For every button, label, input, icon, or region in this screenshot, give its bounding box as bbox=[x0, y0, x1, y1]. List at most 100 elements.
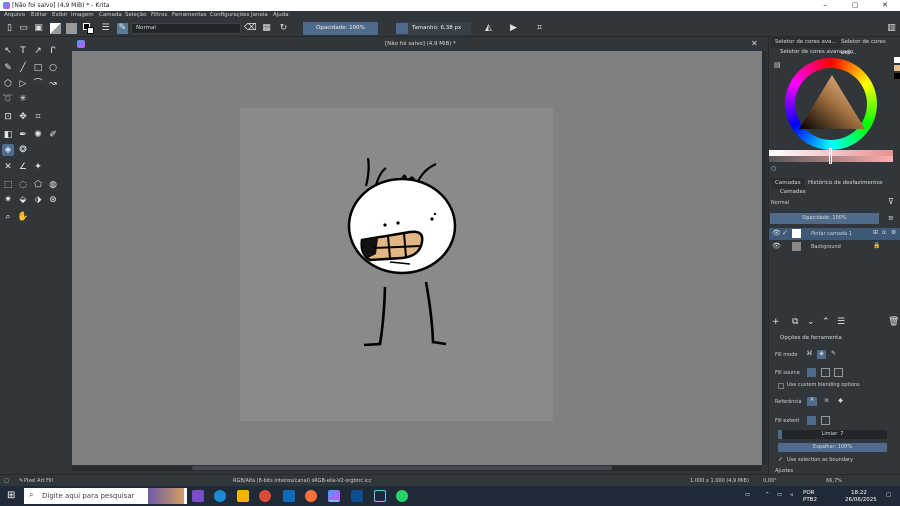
reload-preset-icon[interactable]: ↻ bbox=[278, 23, 289, 34]
new-document-icon[interactable]: ▯ bbox=[4, 23, 15, 34]
crop-workspace-icon[interactable]: ⌗ bbox=[534, 23, 545, 34]
reference-tool-icon[interactable]: ✦ bbox=[32, 161, 44, 173]
layer-options-icon[interactable]: ≡ bbox=[888, 214, 894, 222]
blend-mode-select[interactable]: Normal bbox=[131, 23, 241, 34]
move-up-icon[interactable]: ⌃ bbox=[822, 317, 830, 327]
dynamic-brush-icon[interactable]: ➰ bbox=[2, 93, 14, 105]
clock-time[interactable]: 18:22 bbox=[851, 490, 867, 496]
transform-tool-icon[interactable]: ⊡ bbox=[2, 111, 14, 123]
zoom-tool-icon[interactable]: ⌕ bbox=[2, 211, 14, 223]
menu-ajuda[interactable]: Ajuda bbox=[273, 11, 289, 20]
layer-name[interactable]: Background bbox=[811, 241, 841, 253]
magnetic-select-icon[interactable]: ⊛ bbox=[47, 194, 59, 206]
layer-menu-icon[interactable]: ☰ bbox=[837, 317, 845, 327]
ellipse-select-icon[interactable]: ◌ bbox=[17, 179, 29, 191]
fill-fg-icon[interactable] bbox=[807, 368, 816, 377]
visibility-eye-icon[interactable]: 👁 bbox=[772, 229, 781, 237]
colorize-mask-icon[interactable]: ✐ bbox=[47, 129, 59, 141]
menu-janela[interactable]: Janela bbox=[251, 11, 268, 20]
similar-select-icon[interactable]: ⬙ bbox=[17, 194, 29, 206]
rectangle-tool-icon[interactable]: □ bbox=[32, 62, 44, 74]
brush-settings-icon[interactable]: ☰ bbox=[100, 23, 111, 34]
duplicate-layer-icon[interactable]: ⧉ bbox=[792, 317, 798, 327]
store-icon[interactable] bbox=[351, 490, 363, 502]
save-icon[interactable]: ▣ bbox=[33, 23, 44, 34]
fill-selection-icon[interactable]: ✎ bbox=[829, 350, 838, 359]
layer-row-active[interactable]: 👁 ✓ Pintar camada 1 ⊞ α ⚙ bbox=[769, 228, 900, 240]
add-layer-icon[interactable]: + bbox=[772, 317, 780, 327]
fill-bg-icon[interactable] bbox=[821, 368, 830, 377]
tab-specific-color-selector[interactable]: Seletor de cores esp... bbox=[837, 37, 900, 56]
notifications-icon[interactable]: ▢ bbox=[886, 492, 891, 498]
tray-chevron-icon[interactable]: ⌃ bbox=[765, 492, 770, 498]
edit-shapes-icon[interactable]: ↗ bbox=[32, 45, 44, 57]
horizontal-scrollbar[interactable] bbox=[72, 465, 762, 471]
layer-row[interactable]: 👁 Background 🔒 bbox=[769, 241, 900, 253]
polyline-tool-icon[interactable]: ▷ bbox=[17, 78, 29, 90]
outlook-icon[interactable] bbox=[283, 490, 295, 502]
reference-labeled-icon[interactable]: ◆ bbox=[836, 397, 845, 406]
open-folder-icon[interactable]: ▭ bbox=[18, 23, 29, 34]
filter-icon[interactable]: ⊽ bbox=[888, 197, 894, 206]
smart-patch-icon[interactable]: ✺ bbox=[32, 129, 44, 141]
tab-advanced-color-selector[interactable]: Seletor de cores ava... bbox=[771, 37, 841, 48]
brush-preset-icon[interactable]: ✎ bbox=[117, 23, 128, 34]
layer-blend-mode[interactable]: Normal bbox=[771, 200, 789, 206]
clock-date[interactable]: 26/06/2025 bbox=[845, 497, 877, 503]
move-down-icon[interactable]: ⌄ bbox=[807, 317, 815, 327]
layer-checkbox-icon[interactable]: ✓ bbox=[782, 229, 788, 237]
fill-tool-icon[interactable]: ◈ bbox=[2, 144, 14, 156]
close-window-button[interactable]: ✕ bbox=[870, 0, 900, 11]
calligraphy-icon[interactable]: ᒋ bbox=[47, 45, 59, 57]
gradient-swatch-icon[interactable] bbox=[50, 23, 61, 34]
fill-pattern-icon[interactable] bbox=[834, 368, 843, 377]
vertical-scrollbar[interactable] bbox=[762, 51, 767, 465]
fill-similar-icon[interactable]: ◈ bbox=[817, 350, 826, 359]
layer-opacity-slider[interactable]: Opacidade: 100% bbox=[770, 213, 879, 224]
menu-editar[interactable]: Editar bbox=[31, 11, 47, 20]
gradient-tool-icon[interactable]: ◧ bbox=[2, 129, 14, 141]
custom-blending-checkbox[interactable] bbox=[778, 383, 784, 389]
menu-configuracoes[interactable]: Configurações bbox=[210, 11, 249, 20]
steam-icon[interactable] bbox=[374, 490, 386, 502]
pan-tool-icon[interactable]: ✋ bbox=[17, 211, 29, 223]
line-tool-icon[interactable]: ╱ bbox=[17, 62, 29, 74]
assistant-tool-icon[interactable]: ✕ bbox=[2, 161, 14, 173]
minimize-button[interactable]: – bbox=[810, 0, 840, 11]
magic-wand-icon[interactable]: ✷ bbox=[2, 194, 14, 206]
rect-select-icon[interactable]: ⬚ bbox=[2, 179, 14, 191]
document-tab-title[interactable]: [Não foi salvo] (4,9 MiB) * bbox=[385, 37, 456, 51]
bezier-select-icon[interactable]: ⬗ bbox=[32, 194, 44, 206]
reference-all-icon[interactable]: ≋ bbox=[822, 397, 831, 406]
volume-icon[interactable]: ◃ bbox=[790, 492, 793, 498]
workspace-chooser-icon[interactable]: ▥ bbox=[886, 23, 897, 34]
extent-similar-icon[interactable] bbox=[807, 416, 816, 425]
menu-arquivo[interactable]: Arquivo bbox=[4, 11, 25, 20]
firefox-icon[interactable] bbox=[305, 490, 317, 502]
polygon-tool-icon[interactable]: ⬡ bbox=[2, 78, 14, 90]
alpha-lock-icon[interactable]: ▦ bbox=[261, 23, 272, 34]
color-triangle[interactable] bbox=[795, 71, 869, 133]
opacity-slider[interactable]: Opacidade: 100% bbox=[303, 22, 378, 35]
polygon-select-icon[interactable]: ⬠ bbox=[32, 179, 44, 191]
crop-tool-icon[interactable]: ⌗ bbox=[32, 111, 44, 123]
file-explorer-icon[interactable] bbox=[237, 490, 249, 502]
color-history-icon[interactable]: ○ bbox=[771, 165, 776, 172]
pattern-swatch-icon[interactable] bbox=[66, 23, 77, 34]
tray-app-icon[interactable]: ▭ bbox=[745, 492, 750, 498]
maximize-button[interactable]: ▢ bbox=[840, 0, 870, 11]
text-tool-icon[interactable]: T bbox=[17, 45, 29, 57]
use-selection-checkbox[interactable]: ✓ bbox=[778, 456, 783, 463]
bezier-tool-icon[interactable]: ⌒ bbox=[32, 78, 44, 90]
edge-icon[interactable] bbox=[214, 490, 226, 502]
language-primary[interactable]: POR bbox=[803, 490, 814, 496]
krita-taskbar-icon[interactable] bbox=[328, 490, 340, 502]
move-tool-icon[interactable]: ✥ bbox=[17, 111, 29, 123]
language-secondary[interactable]: PTB2 bbox=[803, 497, 817, 503]
menu-selecao[interactable]: Seleção bbox=[125, 11, 147, 20]
visibility-eye-icon[interactable]: 👁 bbox=[772, 242, 781, 250]
chrome-icon[interactable] bbox=[259, 490, 271, 502]
mirror-horizontal-icon[interactable]: ◭ bbox=[483, 23, 494, 34]
layer-properties-icon[interactable]: ⚙ bbox=[891, 229, 896, 236]
color-picker-icon[interactable]: ✒ bbox=[17, 129, 29, 141]
